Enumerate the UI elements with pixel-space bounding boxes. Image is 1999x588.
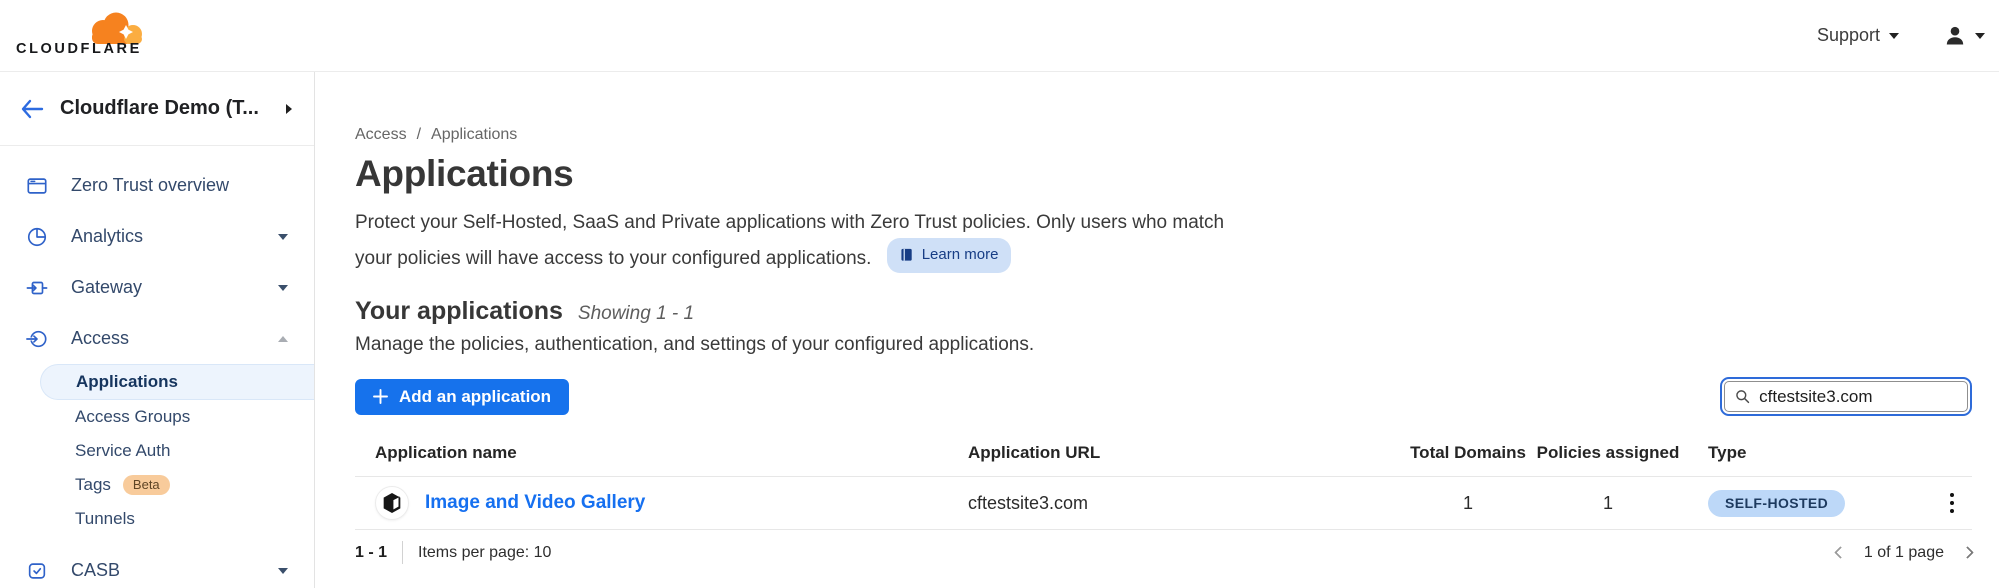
column-header-policies-assigned: Policies assigned	[1528, 443, 1688, 463]
table-row: Image and Video Gallery cftestsite3.com …	[355, 477, 1972, 530]
total-domains-cell: 1	[1408, 493, 1528, 514]
page-title: Applications	[355, 153, 1972, 195]
sidebar-item-zero-trust-overview[interactable]: Zero Trust overview	[0, 160, 314, 211]
search-icon	[1735, 388, 1750, 405]
table-header-row: Application name Application URL Total D…	[355, 443, 1972, 477]
topbar-right: Support	[1817, 24, 1989, 48]
chevron-down-icon	[278, 568, 288, 574]
section-heading-row: Your applications Showing 1 - 1	[355, 297, 1972, 326]
sidebar-item-service-auth[interactable]: Service Auth	[0, 434, 314, 468]
page-indicator: 1 of 1 page	[1864, 544, 1944, 562]
column-header-application-name: Application name	[355, 443, 948, 463]
top-bar: CLOUDFLARE Support	[0, 0, 1999, 72]
account-header: Cloudflare Demo (T...	[0, 72, 314, 146]
sidebar-item-tunnels[interactable]: Tunnels	[0, 502, 314, 536]
sidebar-item-tags[interactable]: Tags Beta	[0, 468, 314, 502]
pagination-left: 1 - 1 Items per page: 10	[355, 541, 551, 564]
sidebar-item-access-groups[interactable]: Access Groups	[0, 400, 314, 434]
application-url-cell: cftestsite3.com	[948, 493, 1408, 514]
chevron-down-icon	[1975, 33, 1985, 39]
section-title: Your applications	[355, 297, 563, 326]
beta-badge: Beta	[123, 475, 170, 495]
gateway-icon	[25, 276, 49, 300]
kebab-menu-icon	[1946, 489, 1959, 518]
sidebar-item-label: Access	[71, 328, 129, 349]
cloudflare-wordmark: CLOUDFLARE	[16, 41, 142, 57]
next-page-icon[interactable]	[1961, 546, 1974, 559]
app-cube-icon	[375, 486, 409, 520]
sidebar-item-analytics[interactable]: Analytics	[0, 211, 314, 262]
sidebar-subitem-label: Access Groups	[75, 407, 190, 427]
policies-assigned-cell: 1	[1528, 493, 1688, 514]
window-icon	[25, 174, 49, 198]
sidebar-subitem-label: Applications	[76, 372, 178, 392]
row-actions-menu[interactable]	[1946, 489, 1973, 518]
chevron-down-icon	[278, 285, 288, 291]
pagination-range: 1 - 1	[355, 544, 387, 562]
page-description-text: Protect your Self-Hosted, SaaS and Priva…	[355, 212, 1224, 269]
sidebar-item-gateway[interactable]: Gateway	[0, 262, 314, 313]
add-application-button[interactable]: Add an application	[355, 379, 569, 415]
breadcrumb-separator: /	[417, 126, 421, 144]
breadcrumb-applications: Applications	[431, 126, 517, 144]
learn-more-label: Learn more	[922, 240, 999, 270]
sidebar-item-label: Analytics	[71, 226, 143, 247]
application-link[interactable]: Image and Video Gallery	[425, 492, 645, 514]
search-box	[1720, 377, 1972, 416]
book-icon	[900, 248, 915, 262]
column-header-type: Type	[1688, 443, 1918, 463]
pagination-divider	[402, 541, 403, 564]
add-application-label: Add an application	[399, 387, 551, 407]
casb-check-icon	[25, 559, 49, 583]
applications-table: Application name Application URL Total D…	[355, 443, 1972, 530]
breadcrumb: Access / Applications	[355, 126, 1972, 144]
cloudflare-zero-trust-dashboard: CLOUDFLARE Support	[0, 0, 1999, 588]
back-arrow-icon[interactable]	[20, 99, 44, 119]
self-hosted-badge: SELF-HOSTED	[1708, 490, 1845, 517]
sidebar-item-access[interactable]: Access	[0, 313, 314, 364]
app-search-input[interactable]	[1759, 387, 1957, 407]
chevron-down-icon	[1889, 33, 1899, 39]
page-description: Protect your Self-Hosted, SaaS and Priva…	[355, 208, 1239, 274]
sidebar-item-label: CASB	[71, 560, 120, 581]
support-label: Support	[1817, 25, 1880, 46]
sidebar-item-label: Gateway	[71, 277, 142, 298]
support-menu[interactable]: Support	[1817, 25, 1899, 46]
chevron-up-icon	[278, 336, 288, 342]
pie-chart-icon	[25, 225, 49, 249]
type-cell: SELF-HOSTED	[1688, 490, 1918, 517]
column-header-application-url: Application URL	[948, 443, 1408, 463]
learn-more-badge[interactable]: Learn more	[887, 238, 1012, 273]
search-inner	[1724, 381, 1968, 412]
chevron-down-icon	[278, 234, 288, 240]
section-subtext: Manage the policies, authentication, and…	[355, 334, 1972, 356]
sidebar-item-applications[interactable]: Applications	[40, 364, 314, 400]
column-header-total-domains: Total Domains	[1408, 443, 1528, 463]
sidebar-item-label: Zero Trust overview	[71, 175, 229, 196]
user-icon	[1943, 24, 1967, 48]
showing-count: Showing 1 - 1	[578, 303, 694, 325]
pagination-bar: 1 - 1 Items per page: 10 1 of 1 page	[355, 541, 1972, 564]
chevron-right-icon[interactable]	[286, 104, 292, 114]
previous-page-icon[interactable]	[1834, 546, 1847, 559]
sidebar-nav: Zero Trust overview Analytics	[0, 146, 314, 588]
main-content: Access / Applications Applications Prote…	[315, 72, 1999, 588]
controls-row: Add an application	[355, 377, 1972, 416]
pagination-right: 1 of 1 page	[1836, 544, 1972, 562]
sidebar-subitem-label: Service Auth	[75, 441, 170, 461]
sidebar: Cloudflare Demo (T... Zero Trust overvie…	[0, 72, 315, 588]
plus-icon	[373, 389, 388, 404]
application-name-cell: Image and Video Gallery	[355, 486, 948, 520]
sidebar-subitem-label: Tags	[75, 475, 111, 495]
sidebar-item-casb[interactable]: CASB	[0, 545, 314, 588]
user-menu[interactable]	[1943, 24, 1985, 48]
items-per-page[interactable]: Items per page: 10	[418, 544, 551, 562]
account-name: Cloudflare Demo (T...	[60, 97, 259, 120]
breadcrumb-access[interactable]: Access	[355, 126, 407, 144]
sidebar-subitem-label: Tunnels	[75, 509, 135, 529]
cloudflare-logo[interactable]: CLOUDFLARE	[16, 7, 150, 65]
login-arrow-icon	[25, 327, 49, 351]
